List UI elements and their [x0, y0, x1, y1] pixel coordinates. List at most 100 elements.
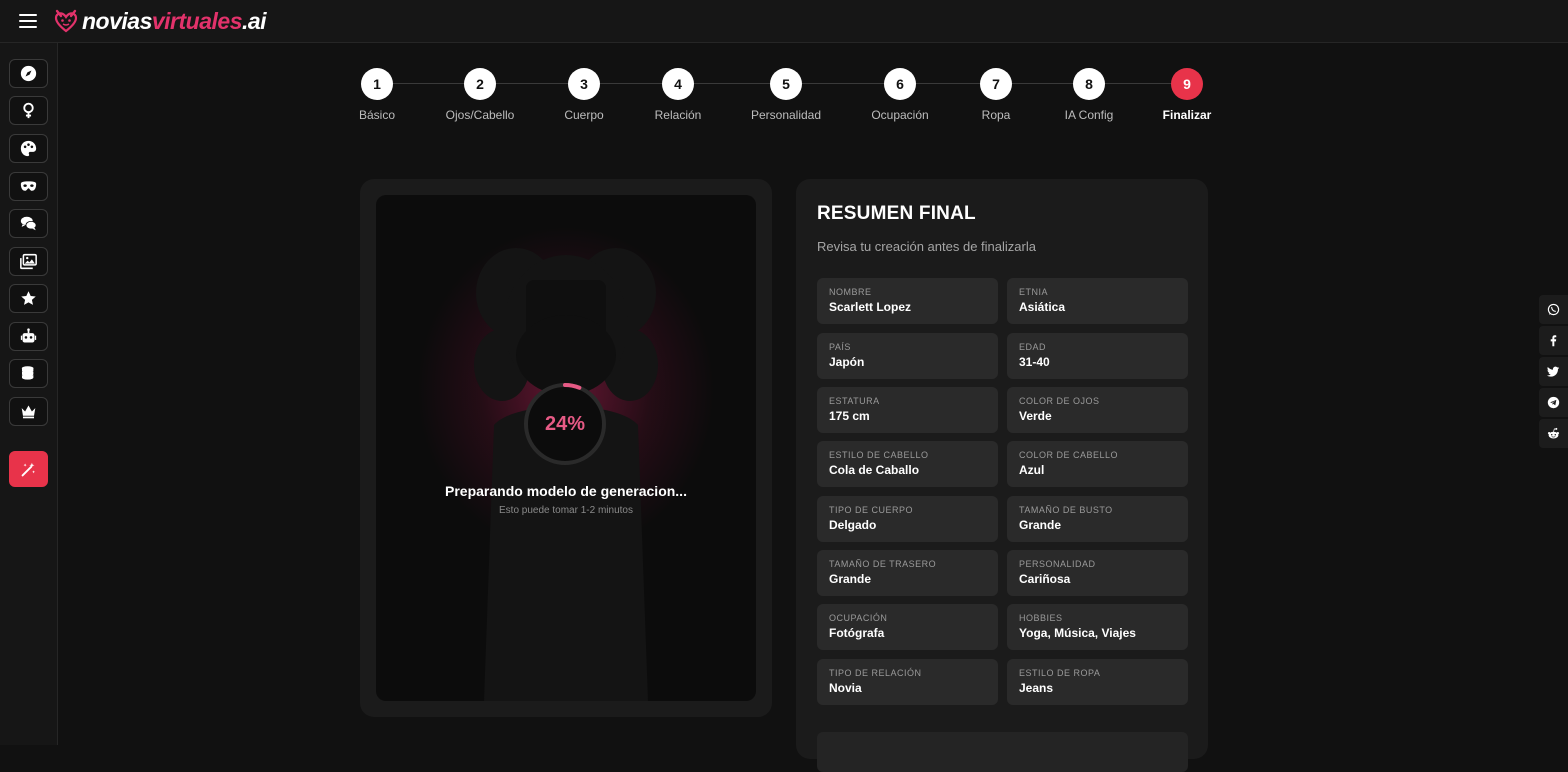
- wizard-stepper: 1 Básico 2 Ojos/Cabello 3 Cuerpo 4 Relac…: [359, 60, 1211, 130]
- share-facebook-button[interactable]: [1539, 326, 1568, 355]
- summary-field-tamano-busto: Tamaño de busto Grande: [1007, 496, 1188, 542]
- summary-field-estilo-cabello: Estilo de cabello Cola de Caballo: [817, 441, 998, 487]
- field-value: Azul: [1019, 463, 1045, 477]
- summary-field-estatura: Estatura 175 cm: [817, 387, 998, 433]
- field-value: Yoga, Música, Viajes: [1019, 626, 1136, 640]
- field-label: Tamaño de trasero: [829, 559, 937, 569]
- share-whatsapp-button[interactable]: [1539, 295, 1568, 324]
- gallery-icon: [20, 253, 37, 270]
- sidebar-item-chat[interactable]: [9, 209, 48, 238]
- step-label: Ropa: [981, 108, 1011, 122]
- robot-icon: [20, 328, 37, 343]
- summary-field-tipo-relacion: Tipo de relación Novia: [817, 659, 998, 705]
- chat-icon: [20, 216, 37, 231]
- logo-text-novias: novias: [82, 7, 152, 34]
- preview-area: 24% Preparando modelo de generacion... E…: [376, 195, 756, 701]
- summary-field-hobbies: Hobbies Yoga, Música, Viajes: [1007, 604, 1188, 650]
- summary-card: RESUMEN FINAL Revisa tu creación antes d…: [796, 179, 1208, 772]
- coins-icon: [21, 366, 34, 381]
- facebook-icon: [1550, 335, 1557, 347]
- field-label: Etnia: [1019, 287, 1049, 297]
- sidebar-item-explore[interactable]: [9, 59, 48, 88]
- step-ocupacion[interactable]: 6 Ocupación: [850, 68, 950, 122]
- summary-field-estilo-ropa: Estilo de ropa Jeans: [1007, 659, 1188, 705]
- share-telegram-button[interactable]: [1539, 388, 1568, 417]
- menu-icon[interactable]: [19, 14, 37, 28]
- step-relacion[interactable]: 4 Relación: [628, 68, 728, 122]
- sidebar-item-roleplay[interactable]: [9, 172, 48, 201]
- telegram-icon: [1547, 396, 1560, 409]
- generation-status-subtitle: Esto puede tomar 1-2 minutos: [499, 505, 633, 516]
- field-label: Personalidad: [1019, 559, 1096, 569]
- sidebar-item-premium[interactable]: [9, 397, 48, 426]
- progress-percent: 24%: [544, 412, 586, 435]
- devil-heart-logo-icon: [54, 9, 78, 33]
- field-value: Fotógrafa: [829, 626, 885, 640]
- field-value: Verde: [1019, 409, 1052, 423]
- step-label: Básico: [358, 108, 396, 122]
- step-basico[interactable]: 1 Básico: [327, 68, 427, 122]
- reddit-icon: [1547, 427, 1560, 439]
- step-number: 5: [770, 68, 802, 100]
- logo[interactable]: noviasvirtuales.ai: [53, 0, 267, 43]
- step-label: Relación: [654, 108, 702, 122]
- sidebar-item-customize[interactable]: [9, 134, 48, 163]
- step-number: 8: [1073, 68, 1105, 100]
- field-value: Novia: [829, 681, 862, 695]
- step-label: Ojos/Cabello: [445, 108, 515, 122]
- step-finalizar[interactable]: 9 Finalizar: [1137, 68, 1237, 122]
- sidebar-item-coins[interactable]: [9, 359, 48, 388]
- top-bar: noviasvirtuales.ai: [0, 0, 1568, 43]
- sidebar-item-gallery[interactable]: [9, 247, 48, 276]
- summary-title: RESUMEN FINAL: [817, 203, 976, 224]
- sidebar-item-ai[interactable]: [9, 322, 48, 351]
- step-label: Personalidad: [750, 108, 822, 122]
- summary-field-color-ojos: Color de ojos Verde: [1007, 387, 1188, 433]
- field-label: Tipo de relación: [829, 668, 922, 678]
- step-number: 9: [1171, 68, 1203, 100]
- field-label: Tamaño de busto: [1019, 505, 1113, 515]
- field-value: Delgado: [829, 518, 877, 532]
- field-value: 31-40: [1019, 355, 1050, 369]
- step-number: 6: [884, 68, 916, 100]
- field-label: Nombre: [829, 287, 872, 297]
- field-label: Hobbies: [1019, 613, 1063, 623]
- female-icon: [23, 102, 34, 119]
- field-value: Grande: [1019, 518, 1062, 532]
- field-label: País: [829, 342, 851, 352]
- field-value: Scarlett Lopez: [829, 300, 912, 314]
- summary-field-personalidad: Personalidad Cariñosa: [1007, 550, 1188, 596]
- sidebar-item-favorites[interactable]: [9, 284, 48, 313]
- generation-status-title: Preparando modelo de generacion...: [445, 483, 687, 499]
- mask-icon: [20, 181, 37, 191]
- step-number: 7: [980, 68, 1012, 100]
- share-reddit-button[interactable]: [1539, 419, 1568, 448]
- magic-generate-button[interactable]: [9, 451, 48, 487]
- preview-card: 24% Preparando modelo de generacion... E…: [360, 179, 772, 717]
- logo-text-ai: .ai: [241, 7, 267, 34]
- field-value: Japón: [829, 355, 865, 369]
- field-label: Color de cabello: [1019, 450, 1119, 460]
- sidebar: [0, 43, 58, 745]
- sidebar-item-create[interactable]: [9, 96, 48, 125]
- summary-field-ocupacion: Ocupación Fotógrafa: [817, 604, 998, 650]
- crown-icon: [21, 405, 36, 419]
- step-number: 1: [361, 68, 393, 100]
- summary-field-etnia: Etnia Asiática: [1007, 278, 1188, 324]
- field-value: Asiática: [1019, 300, 1066, 314]
- step-ojos-cabello[interactable]: 2 Ojos/Cabello: [430, 68, 530, 122]
- field-value: Cariñosa: [1019, 572, 1071, 586]
- magic-wand-icon: [21, 462, 36, 476]
- step-personalidad[interactable]: 5 Personalidad: [736, 68, 836, 122]
- step-number: 4: [662, 68, 694, 100]
- share-twitter-button[interactable]: [1539, 357, 1568, 386]
- palette-icon: [20, 140, 37, 157]
- step-cuerpo[interactable]: 3 Cuerpo: [534, 68, 634, 122]
- logo-text-virtuales: virtuales: [151, 7, 243, 34]
- field-label: Estilo de ropa: [1019, 668, 1101, 678]
- step-label: IA Config: [1064, 108, 1114, 122]
- field-label: Ocupación: [829, 613, 888, 623]
- step-ropa[interactable]: 7 Ropa: [946, 68, 1046, 122]
- field-value: Cola de Caballo: [829, 463, 920, 477]
- step-ia-config[interactable]: 8 IA Config: [1039, 68, 1139, 122]
